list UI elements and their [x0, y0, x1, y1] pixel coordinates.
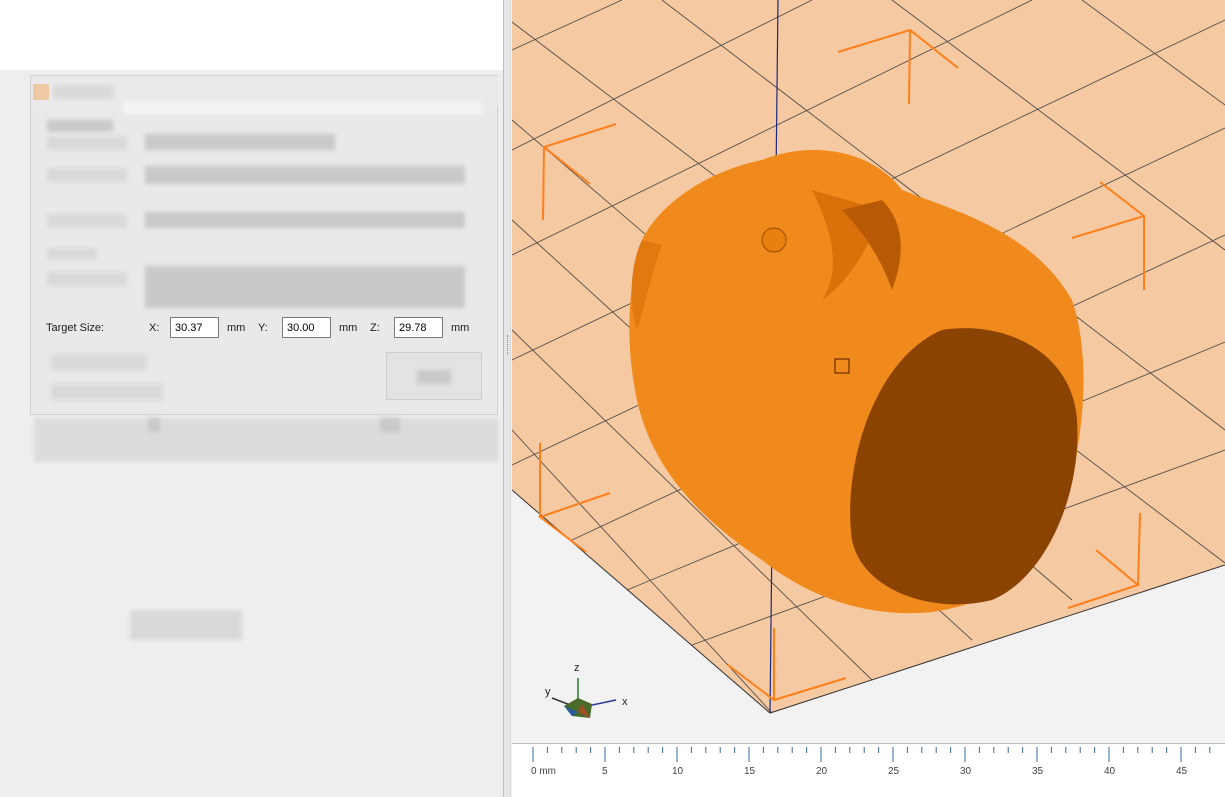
x-label: X:: [149, 322, 160, 334]
x-unit: mm: [227, 322, 246, 334]
ruler-label-15: 15: [744, 766, 756, 777]
3d-viewport[interactable]: z y x: [512, 0, 1225, 797]
ruler-label-10: 10: [672, 766, 684, 777]
measurement-ruler: 0 mm 5 10 15 20 25 30 35 40 45: [512, 743, 1225, 797]
splitter-grip-icon[interactable]: [507, 335, 509, 355]
target-size-x-input[interactable]: [170, 317, 219, 338]
ruler-label-45: 45: [1176, 766, 1188, 777]
left-panel: Target Size: X: mm Y: mm Z: mm: [0, 0, 507, 797]
target-size-y-input[interactable]: [282, 317, 331, 338]
app-window: Target Size: X: mm Y: mm Z: mm: [0, 0, 1225, 797]
ruler-label-20: 20: [816, 766, 828, 777]
ruler-label-0: 0 mm: [531, 766, 556, 777]
y-label: Y:: [258, 322, 268, 334]
axis-z-label: z: [574, 662, 580, 674]
y-unit: mm: [339, 322, 358, 334]
toolbar-area: [0, 0, 505, 70]
ruler-label-5: 5: [602, 766, 608, 777]
axis-gizmo-icon: [551, 678, 617, 718]
ruler-label-25: 25: [888, 766, 900, 777]
z-label: Z:: [370, 322, 380, 334]
axis-x-label: x: [622, 696, 628, 708]
target-size-z-input[interactable]: [394, 317, 443, 338]
apply-button[interactable]: [386, 352, 482, 400]
target-size-row: Target Size: X: mm Y: mm Z: mm: [46, 316, 486, 340]
ruler-label-30: 30: [960, 766, 972, 777]
empty-panel-hint: [130, 610, 242, 640]
target-size-label: Target Size:: [46, 322, 105, 334]
ruler-label-35: 35: [1032, 766, 1044, 777]
build-plate-scene: [512, 0, 1225, 718]
ruler-ticks: [532, 747, 1211, 762]
z-unit: mm: [451, 322, 470, 334]
dialog-title-bar: [31, 76, 499, 114]
panel-splitter[interactable]: [503, 0, 511, 797]
axis-y-label: y: [545, 686, 551, 698]
ruler-label-40: 40: [1104, 766, 1116, 777]
dialog-icon: [33, 84, 49, 100]
